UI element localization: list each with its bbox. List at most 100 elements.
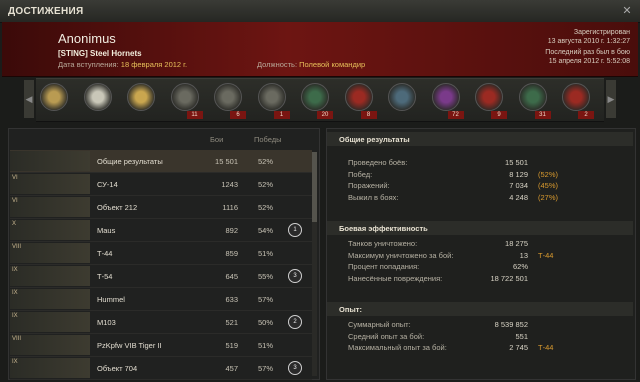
medal-count: 11	[186, 111, 203, 119]
stat-value: 4 248	[509, 192, 528, 202]
join-label: Дата вступления:	[58, 60, 119, 69]
medal-item[interactable]: 9	[475, 83, 507, 119]
vehicle-name: Общие результаты	[97, 157, 163, 166]
medal-item[interactable]: 2	[562, 83, 594, 119]
stat-label: Нанесённые повреждения:	[348, 273, 443, 283]
table-row[interactable]: VI СУ-14 1243 52%	[10, 173, 312, 196]
tank-image: IX	[10, 312, 90, 332]
stat-extra: (27%)	[538, 192, 559, 202]
ribbon-medal-icon	[475, 83, 503, 111]
stat-extra: (45%)	[538, 181, 559, 190]
ribbon-medal-icon	[518, 83, 547, 111]
vehicle-name: PzKpfw VIB Tiger II	[97, 341, 162, 350]
stat-label: Средний опыт за бой:	[348, 331, 425, 341]
table-row[interactable]: X Maus 892 54% 1	[10, 219, 312, 242]
stat-label: Танков уничтожено:	[348, 239, 418, 248]
order-medal-icon	[40, 83, 68, 111]
win-percent: 57%	[258, 364, 274, 373]
medal-item[interactable]: 11	[170, 83, 203, 119]
table-row[interactable]: VIII Т-44 859 51%	[10, 242, 312, 265]
tier-label: IX	[12, 359, 18, 365]
medal-item[interactable]: 20	[301, 83, 333, 119]
stat-extra: Т-44	[538, 250, 554, 260]
ribbon-medal-icon	[562, 83, 590, 111]
stat-label: Побед:	[348, 169, 373, 179]
tank-image: IX	[10, 289, 90, 309]
medal-item[interactable]: 72	[431, 83, 464, 119]
scrollbar-thumb[interactable]	[312, 152, 317, 222]
stat-label: Максимум уничтожено за бой:	[348, 250, 454, 260]
registered-value: 13 августа 2010 г. 1:32:27	[547, 38, 630, 45]
win-percent: 57%	[258, 295, 274, 304]
table-row[interactable]: IX Объект 704 457 57% 3	[10, 357, 312, 380]
section-combat-title: Боевая эффективность	[339, 224, 428, 233]
close-icon[interactable]: ✕	[620, 4, 634, 18]
table-row[interactable]: IX Т-54 645 55% 3	[10, 265, 312, 288]
stat-extra: Т-44	[538, 343, 554, 352]
section-combat: Боевая эффективность	[327, 221, 633, 235]
tank-image: VIII	[10, 243, 90, 263]
medal-item[interactable]	[40, 83, 68, 111]
tank-image: VIII	[10, 335, 90, 355]
stat-label: Выжил в боях:	[348, 192, 399, 202]
stat-value: 2 745	[509, 343, 528, 352]
tank-image: X	[10, 220, 90, 240]
battles-count: 859	[225, 249, 238, 258]
battles-count: 519	[225, 341, 238, 350]
medal-item[interactable]: 6	[214, 83, 246, 119]
stat-value: 18 275	[505, 239, 528, 248]
table-row[interactable]: IX Hummel 633 57%	[10, 288, 312, 311]
table-row[interactable]: IX M103 521 50% 2	[10, 311, 312, 334]
medal-count: 72	[447, 111, 464, 119]
medal-count: 6	[230, 111, 246, 119]
medal-count: 8	[360, 111, 377, 119]
tier-label: IX	[12, 313, 18, 319]
table-row[interactable]: Общие результаты 15 501 52%	[10, 150, 312, 173]
medal-count: 31	[534, 111, 551, 119]
medal-item[interactable]	[83, 83, 112, 111]
table-row[interactable]: VIII PzKpfw VIB Tiger II 519 51%	[10, 334, 312, 357]
medal-item[interactable]	[388, 83, 416, 111]
clan-join-date: Дата вступления: 18 февраля 2012 г.	[58, 60, 187, 69]
tier-label: X	[12, 221, 17, 227]
stat-value: 62%	[512, 262, 528, 271]
win-percent: 55%	[258, 272, 274, 281]
table-row[interactable]: VI Объект 212 1116 52%	[10, 196, 312, 219]
last-seen-value: 15 апреля 2012 г. 5:52:08	[548, 58, 630, 65]
medals-scroll-right-icon[interactable]: ▶	[606, 80, 616, 118]
stat-label: Максимальный опыт за бой:	[348, 343, 447, 352]
win-percent: 51%	[258, 341, 274, 350]
role-label: Должность:	[257, 60, 298, 69]
vehicle-name: СУ-14	[97, 180, 118, 189]
vehicle-name: Maus	[97, 226, 116, 235]
tank-image: IX	[10, 266, 90, 286]
tier-label: VI	[12, 198, 18, 204]
tier-label: VIII	[12, 336, 22, 342]
section-xp-title: Опыт:	[339, 305, 362, 314]
battles-count: 645	[225, 272, 238, 281]
tier-label: VI	[12, 175, 18, 181]
medal-item[interactable]: 1	[257, 83, 290, 119]
vehicle-name: Объект 704	[97, 364, 138, 373]
star-medal-gold-icon	[127, 83, 155, 111]
tier-label: VIII	[12, 244, 22, 250]
ribbon-medal-icon	[344, 83, 373, 111]
stat-label: Суммарный опыт:	[348, 320, 411, 329]
vehicle-name: M103	[97, 318, 116, 327]
table-scrollbar[interactable]	[312, 152, 317, 376]
stat-value: 7 034	[509, 181, 528, 190]
battles-count: 521	[225, 318, 238, 327]
mastery-badge-icon: 3	[288, 361, 302, 375]
medal-count: 20	[317, 111, 333, 119]
win-percent: 52%	[258, 203, 274, 212]
medals-scroll-left-icon[interactable]: ◀	[24, 80, 34, 118]
medal-count: 2	[578, 111, 594, 119]
medal-item[interactable]: 31	[518, 83, 551, 119]
player-clan[interactable]: [STING] Steel Hornets	[58, 49, 142, 58]
stat-value: 15 501	[505, 158, 528, 167]
medal-item[interactable]	[127, 83, 155, 111]
medal-item[interactable]: 8	[344, 83, 377, 119]
stat-label: Проведено боёв:	[348, 158, 408, 167]
section-xp: Опыт:	[327, 302, 633, 316]
window-title: ДОСТИЖЕНИЯ	[8, 6, 84, 17]
